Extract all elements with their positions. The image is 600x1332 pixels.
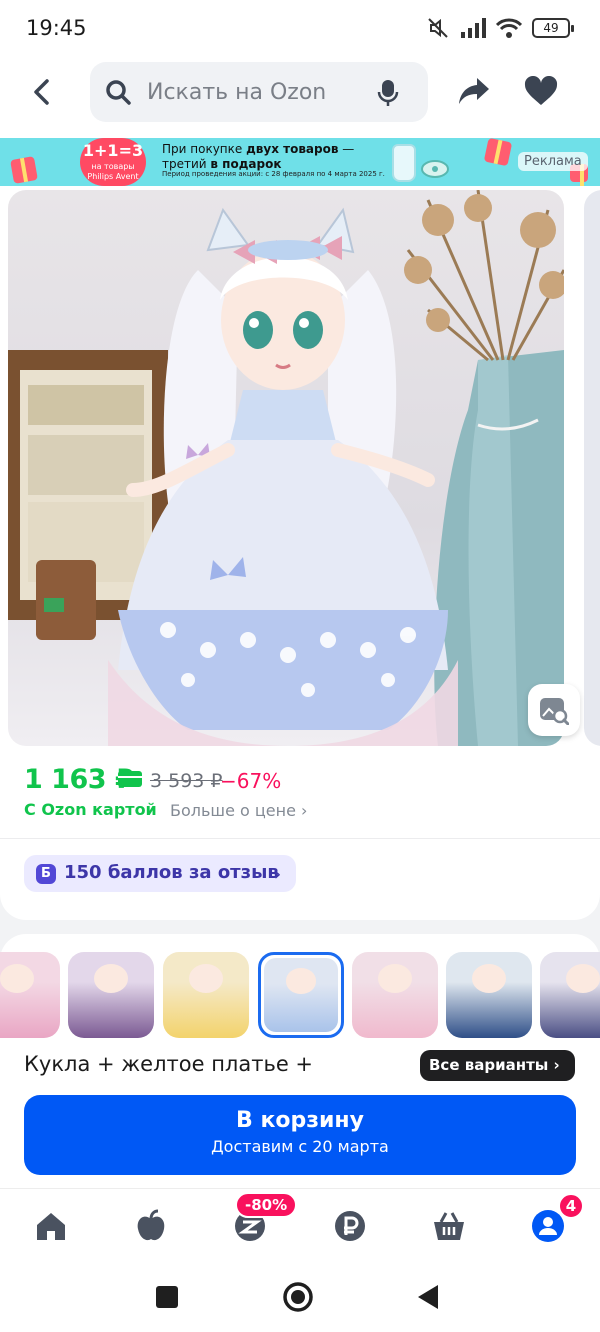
variant-thumbnail-image: [540, 952, 600, 1038]
doll-illustration: [8, 190, 564, 746]
variant-thumbnail[interactable]: [163, 952, 249, 1038]
variant-thumbnail[interactable]: [68, 952, 154, 1038]
promo-badge-main: 1+1=3: [82, 141, 144, 160]
divider: [0, 838, 600, 839]
bottom-navigation: [0, 1188, 600, 1260]
mute-icon: [428, 18, 448, 38]
back-arrow-icon[interactable]: [24, 74, 60, 110]
doll-head: [286, 968, 316, 994]
product-bottle-image: [392, 144, 416, 182]
sale-badge: -80%: [235, 1192, 298, 1218]
product-photo[interactable]: [8, 190, 564, 746]
finance-ruble-icon[interactable]: [333, 1209, 367, 1243]
back-triangle-icon[interactable]: [416, 1284, 440, 1310]
ozon-card-label: С Ozon картой: [24, 800, 157, 819]
promo-period: Период проведения акции: с 28 февраля по…: [162, 170, 385, 178]
signal-icon: [461, 18, 486, 38]
variant-thumbnail[interactable]: [446, 952, 532, 1038]
doll-head: [93, 964, 129, 994]
variant-thumbnail-image: [446, 952, 532, 1038]
ozon-product-screen: 19:45 49 Искать на Ozon 1+1=3 на товары …: [0, 0, 600, 1332]
variant-thumbnail-image: [264, 958, 338, 1032]
promo-text-part: При покупке: [162, 142, 247, 156]
system-navigation: [0, 1260, 600, 1332]
variant-thumbnail-image: [352, 952, 438, 1038]
ozon-card-icon: [118, 771, 142, 787]
visual-search-button[interactable]: [528, 684, 580, 736]
doll-head: [188, 964, 224, 994]
status-bar: 19:45 49: [0, 0, 600, 60]
header: Искать на Ozon: [0, 60, 600, 138]
promo-text: При покупке двух товаров — третий в пода…: [162, 142, 354, 172]
variant-thumbnail-image: [0, 952, 60, 1038]
chevron-right-icon: ›: [274, 864, 282, 885]
variant-thumbnail-image: [163, 952, 249, 1038]
ad-label: Реклама: [518, 152, 588, 171]
gift-icon: [10, 156, 38, 184]
variant-thumbnail[interactable]: [0, 952, 60, 1038]
promo-banner[interactable]: 1+1=3 на товары Philips Avent При покупк…: [0, 138, 600, 186]
promo-text-bold: в подарок: [210, 157, 282, 171]
recent-apps-icon[interactable]: [156, 1286, 178, 1308]
wifi-icon: [496, 18, 522, 38]
points-label: 150 баллов за отзыв: [64, 862, 279, 883]
doll-head: [377, 964, 413, 994]
review-points-button[interactable]: Б 150 баллов за отзыв ›: [24, 855, 296, 892]
current-price: 1 163 ₽: [24, 764, 134, 795]
cart-button-title: В корзину: [236, 1108, 364, 1133]
doll-head: [565, 964, 600, 994]
promo-text-part: третий: [162, 157, 211, 171]
points-icon: Б: [36, 864, 56, 884]
variant-thumbnail-image: [68, 952, 154, 1038]
promo-badge-sub: на товары Philips Avent: [87, 162, 139, 181]
gift-icon: [483, 138, 513, 167]
promo-badge: 1+1=3 на товары Philips Avent: [80, 138, 146, 186]
search-placeholder: Искать на Ozon: [147, 80, 327, 105]
doll-head: [471, 964, 507, 994]
discount-percent: −67%: [220, 769, 282, 793]
fresh-apple-icon[interactable]: [134, 1209, 168, 1243]
home-icon[interactable]: [34, 1209, 68, 1243]
search-input[interactable]: Искать на Ozon: [90, 62, 428, 122]
old-price: 3 593 ₽: [150, 770, 223, 792]
more-about-price-link[interactable]: Больше о цене ›: [170, 801, 307, 820]
pacifier-icon: [421, 160, 449, 178]
all-variants-button[interactable]: Все варианты ›: [420, 1050, 575, 1081]
variant-thumbnail[interactable]: [540, 952, 600, 1038]
cart-basket-icon[interactable]: [432, 1209, 466, 1243]
next-photo-preview[interactable]: [584, 190, 600, 746]
home-circle-icon[interactable]: [282, 1281, 314, 1313]
variant-thumbnail[interactable]: [258, 952, 344, 1038]
variant-thumbnail[interactable]: [352, 952, 438, 1038]
profile-notification-badge: 4: [558, 1193, 584, 1219]
battery-indicator: 49: [532, 18, 574, 38]
image-search-icon: [540, 698, 569, 725]
favorite-heart-icon[interactable]: [524, 76, 558, 106]
cart-button-subtitle: Доставим с 20 марта: [211, 1137, 389, 1156]
status-time: 19:45: [26, 16, 87, 40]
search-icon: [106, 80, 131, 105]
status-icons: 49: [426, 16, 574, 40]
microphone-icon[interactable]: [376, 79, 400, 107]
promo-text-part: —: [338, 142, 355, 156]
doll-head: [0, 964, 35, 994]
selected-variant-name: Кукла + желтое платье +: [24, 1052, 314, 1076]
share-icon[interactable]: [458, 76, 490, 106]
add-to-cart-button[interactable]: В корзину Доставим с 20 марта: [24, 1095, 576, 1175]
promo-text-bold: двух товаров: [246, 142, 339, 156]
